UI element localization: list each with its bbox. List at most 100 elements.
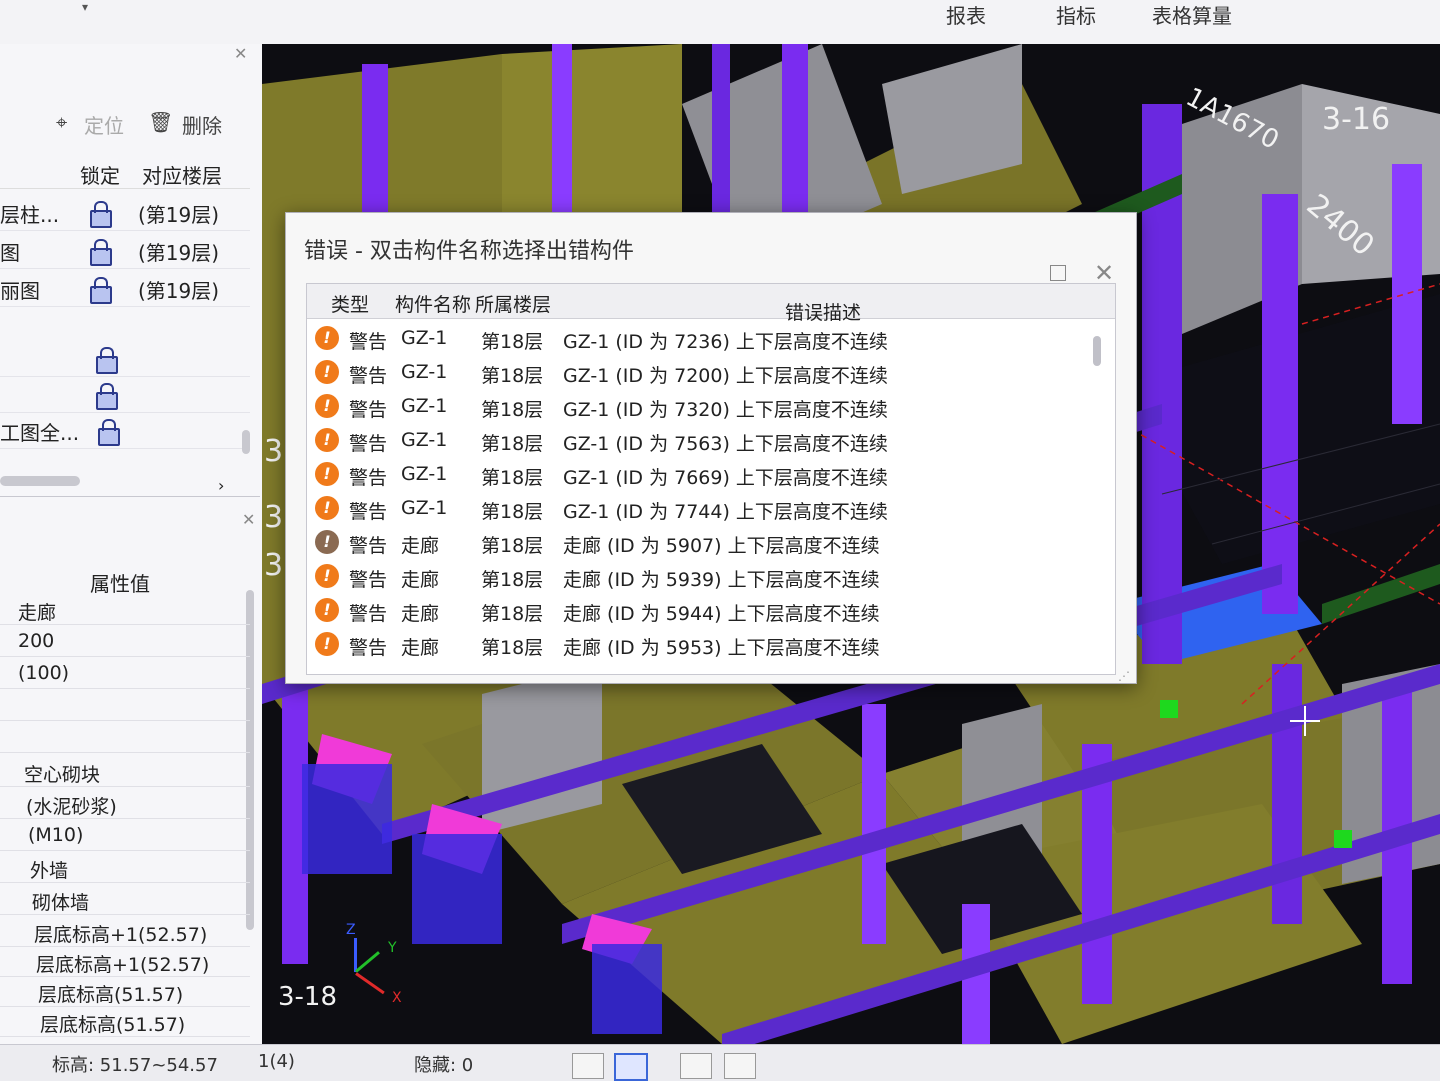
property-row[interactable] [0,690,250,721]
row-description: 走廊 (ID 为 5944) 上下层高度不连续 [563,603,880,625]
list-item[interactable]: 层柱... (第19层) [0,194,250,231]
resize-grip-icon[interactable]: ⋰ [1118,669,1130,683]
lock-icon[interactable] [96,383,118,410]
table-row[interactable]: ! 警告 走廊 第18层 走廊 (ID 为 5944) 上下层高度不连续 [307,594,1115,627]
table-row[interactable]: ! 警告 走廊 第18层 走廊 (ID 为 5939) 上下层高度不连续 [307,560,1115,593]
row-name[interactable]: 走廊 [401,633,439,660]
row-name[interactable]: GZ-1 [401,463,447,485]
table-row[interactable]: ! 警告 GZ-1 第18层 GZ-1 (ID 为 7669) 上下层高度不连续 [307,458,1115,491]
panel-divider [0,496,260,497]
list-item[interactable]: 工图全... [0,412,250,449]
property-row[interactable]: 走廊 [0,594,250,625]
locate-icon[interactable]: ⌖ [56,110,67,134]
elevation-readout: 标高: 51.57~54.57 [52,1055,218,1076]
close-icon[interactable]: ✕ [242,510,255,529]
property-row[interactable]: 外墙 [0,852,250,883]
error-dialog[interactable]: 错误 - 双击构件名称选择出错构件 ✕ 类型 构件名称 所属楼层 错误描述 ! … [285,212,1137,684]
grip-point[interactable] [1334,830,1352,848]
list-scrollbar[interactable] [242,430,250,454]
row-floor: 第18层 [481,433,544,455]
property-row[interactable]: (水泥砂浆) [0,788,250,819]
table-row[interactable]: ! 警告 走廊 第18层 走廊 (ID 为 5907) 上下层高度不连续 [307,526,1115,559]
tab-table-quantity[interactable]: 表格算量 [1152,0,1232,30]
lock-icon[interactable] [90,239,112,266]
lock-icon[interactable] [96,347,118,374]
column-name[interactable]: 构件名称 [395,290,471,317]
row-name[interactable]: GZ-1 [401,327,447,349]
warning-icon: ! [315,360,339,384]
property-row[interactable]: 层底标高+1(52.57) [0,946,250,977]
column-lock[interactable]: 锁定 [80,160,120,189]
column-description[interactable]: 错误描述 [785,298,861,325]
row-type: 警告 [349,467,388,489]
dialog-title: 错误 - 双击构件名称选择出错构件 [304,239,634,264]
table-row[interactable]: ! 警告 GZ-1 第18层 GZ-1 (ID 为 7236) 上下层高度不连续 [307,322,1115,355]
expand-arrow-icon[interactable]: › [218,476,224,495]
row-name[interactable]: GZ-1 [401,395,447,417]
grid-label: 3 [264,434,284,469]
row-description: 走廊 (ID 为 5953) 上下层高度不连续 [563,637,880,659]
property-row[interactable]: 空心砌块 [0,756,250,787]
row-floor: 第18层 [481,535,544,557]
snap-button[interactable] [724,1053,756,1079]
row-name[interactable]: GZ-1 [401,361,447,383]
row-type: 警告 [349,637,388,659]
trash-icon[interactable]: 🗑 [148,110,173,134]
ribbon-caret-icon[interactable]: ▾ [82,0,88,14]
row-floor: 第18层 [481,501,544,523]
row-name[interactable]: 走廊 [401,599,439,626]
column-type[interactable]: 类型 [331,290,369,317]
lock-icon[interactable] [90,277,112,304]
row-name[interactable]: 走廊 [401,531,439,558]
grid-label: 3 [264,548,284,583]
table-row[interactable]: ! 警告 GZ-1 第18层 GZ-1 (ID 为 7744) 上下层高度不连续 [307,492,1115,525]
row-description: GZ-1 (ID 为 7320) 上下层高度不连续 [563,399,888,421]
locate-button[interactable]: 定位 [84,110,124,139]
window-select-button[interactable] [614,1053,648,1081]
property-row[interactable]: 层底标高(51.57) [0,976,250,1007]
property-row[interactable]: 砌体墙 [0,884,250,915]
list-item[interactable] [0,340,250,377]
axis-gizmo: Z Y X [346,922,406,1006]
cross-select-button[interactable] [680,1053,712,1079]
warning-icon: ! [315,632,339,656]
row-floor: 第18层 [481,569,544,591]
drawing-list-header: 锁定 对应楼层 [0,152,250,189]
grip-point[interactable] [1160,700,1178,718]
maximize-icon[interactable] [1050,265,1066,281]
list-item[interactable]: 丽图 (第19层) [0,270,250,307]
list-hscrollbar[interactable] [0,476,80,486]
row-floor: 第18层 [481,331,544,353]
tab-indicator[interactable]: 指标 [1056,0,1096,30]
table-row[interactable]: ! 警告 GZ-1 第18层 GZ-1 (ID 为 7320) 上下层高度不连续 [307,390,1115,423]
column-floor[interactable]: 对应楼层 [142,160,222,189]
property-row[interactable] [0,722,250,753]
row-floor: 第18层 [481,637,544,659]
drawing-floor: (第19层) [138,241,220,265]
select-mode-button[interactable] [572,1053,604,1079]
lock-icon[interactable] [90,201,112,228]
table-row[interactable]: ! 警告 GZ-1 第18层 GZ-1 (ID 为 7200) 上下层高度不连续 [307,356,1115,389]
warning-icon: ! [315,564,339,588]
property-row[interactable]: 200 [0,626,250,657]
table-row[interactable]: ! 警告 走廊 第18层 走廊 (ID 为 5953) 上下层高度不连续 [307,628,1115,661]
property-row[interactable]: (M10) [0,820,250,851]
list-item[interactable]: 图 (第19层) [0,232,250,269]
row-type: 警告 [349,365,388,387]
close-icon[interactable]: ✕ [234,44,247,63]
property-row[interactable]: (100) [0,658,250,689]
table-row[interactable]: ! 警告 GZ-1 第18层 GZ-1 (ID 为 7563) 上下层高度不连续 [307,424,1115,457]
lock-icon[interactable] [98,419,120,446]
row-name[interactable]: GZ-1 [401,497,447,519]
column-floor[interactable]: 所属楼层 [475,290,551,317]
row-name[interactable]: GZ-1 [401,429,447,451]
drawing-floor: (第19层) [138,203,220,227]
delete-button[interactable]: 删除 [182,110,222,139]
row-type: 警告 [349,399,388,421]
list-item[interactable] [0,376,250,413]
property-row[interactable]: 层底标高(51.57) [0,1006,250,1037]
axis-z-label: Z [346,922,356,938]
tab-report[interactable]: 报表 [946,0,986,30]
property-row[interactable]: 层底标高+1(52.57) [0,916,250,947]
row-name[interactable]: 走廊 [401,565,439,592]
